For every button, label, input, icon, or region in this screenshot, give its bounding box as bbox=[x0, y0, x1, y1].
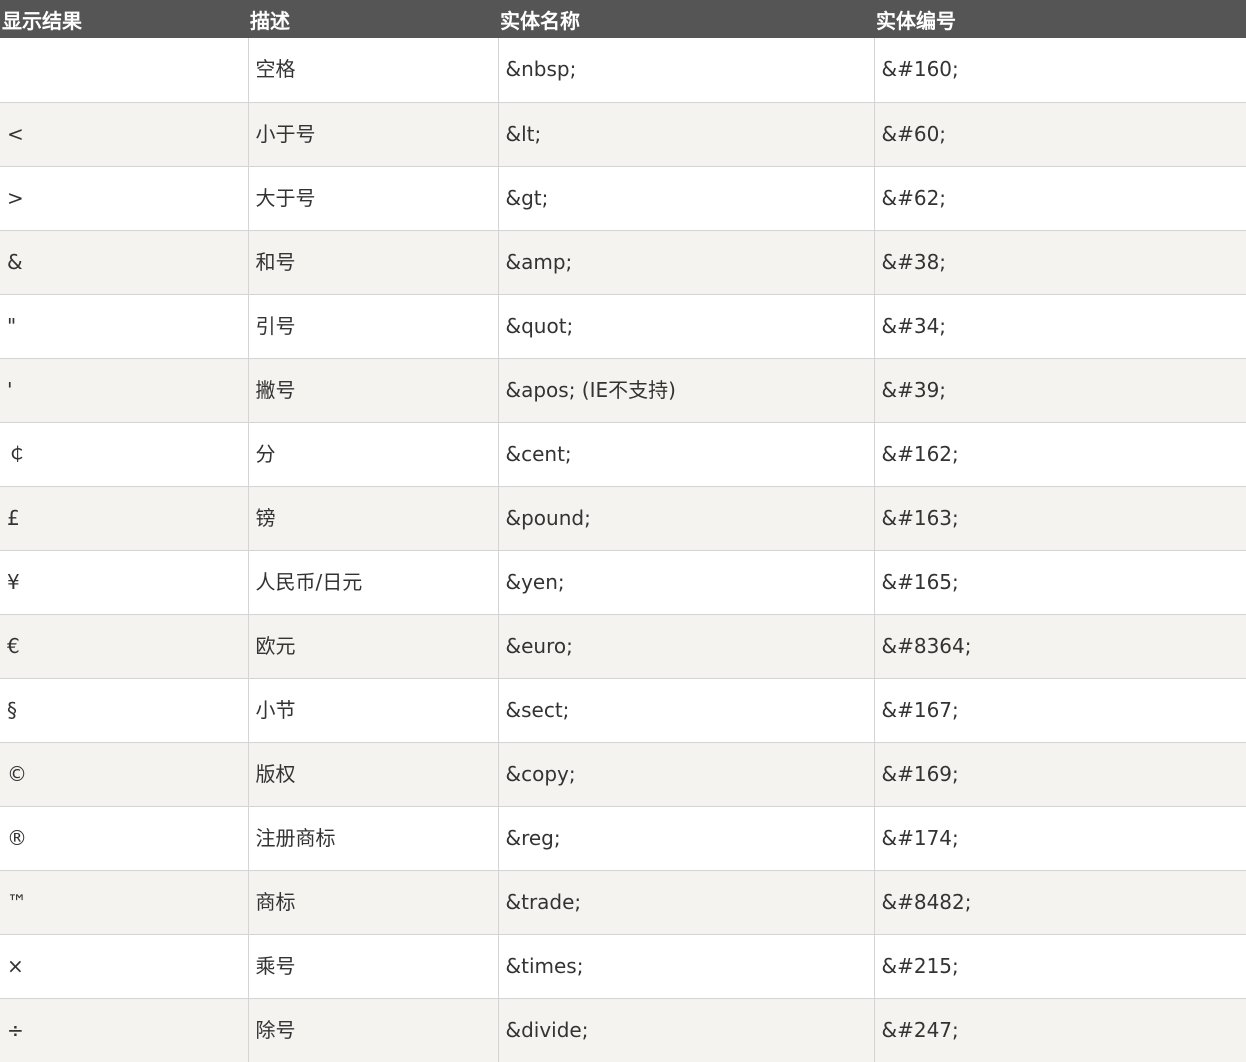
cell-display-result: " bbox=[0, 294, 248, 359]
cell-description: 商标 bbox=[247, 870, 498, 935]
cell-entity-name: &gt; bbox=[497, 166, 874, 231]
cell-entity-name: &divide; bbox=[497, 998, 874, 1062]
table-header: 显示结果 描述 实体名称 实体编号 bbox=[0, 0, 1246, 38]
table-row: £ 镑 &pound; &#163; bbox=[0, 486, 1246, 551]
cell-entity-name: &times; bbox=[497, 934, 874, 999]
cell-entity-number: &#165; bbox=[873, 550, 1246, 615]
table-row: < 小于号 &lt; &#60; bbox=[0, 102, 1246, 167]
header-row: 显示结果 描述 实体名称 实体编号 bbox=[0, 0, 1246, 38]
cell-entity-number: &#8482; bbox=[873, 870, 1246, 935]
cell-entity-name: &reg; bbox=[497, 806, 874, 871]
cell-entity-name: &apos; (IE不支持) bbox=[497, 358, 874, 423]
cell-entity-name: &copy; bbox=[497, 742, 874, 807]
table-row: " 引号 &quot; &#34; bbox=[0, 294, 1246, 359]
header-entity-name: 实体名称 bbox=[500, 9, 580, 33]
table-row: § 小节 &sect; &#167; bbox=[0, 678, 1246, 743]
cell-entity-number: &#39; bbox=[873, 358, 1246, 423]
table-body: 空格 &nbsp; &#160; < 小于号 &lt; &#60; > 大于号 … bbox=[0, 38, 1246, 1062]
cell-display-result: ® bbox=[0, 806, 248, 871]
cell-entity-number: &#169; bbox=[873, 742, 1246, 807]
cell-display-result: ¥ bbox=[0, 550, 248, 615]
cell-display-result: × bbox=[0, 934, 248, 999]
cell-entity-number: &#174; bbox=[873, 806, 1246, 871]
cell-display-result: < bbox=[0, 102, 248, 167]
cell-entity-number: &#38; bbox=[873, 230, 1246, 295]
table-row: € 欧元 &euro; &#8364; bbox=[0, 614, 1246, 679]
table-row: ™ 商标 &trade; &#8482; bbox=[0, 870, 1246, 935]
cell-entity-number: &#167; bbox=[873, 678, 1246, 743]
cell-description: 大于号 bbox=[247, 166, 498, 231]
cell-display-result: > bbox=[0, 166, 248, 231]
header-entity-number: 实体编号 bbox=[876, 9, 956, 33]
cell-entity-number: &#215; bbox=[873, 934, 1246, 999]
cell-entity-number: &#60; bbox=[873, 102, 1246, 167]
cell-description: 分 bbox=[247, 422, 498, 487]
table-row: ¥ 人民币/日元 &yen; &#165; bbox=[0, 550, 1246, 615]
cell-display-result: € bbox=[0, 614, 248, 679]
cell-display-result bbox=[0, 38, 248, 103]
cell-display-result: ™ bbox=[0, 870, 248, 935]
cell-entity-name: &cent; bbox=[497, 422, 874, 487]
cell-display-result: © bbox=[0, 742, 248, 807]
cell-entity-name: &quot; bbox=[497, 294, 874, 359]
cell-entity-name: &lt; bbox=[497, 102, 874, 167]
table-row: ￠ 分 &cent; &#162; bbox=[0, 422, 1246, 487]
html-entity-table: 显示结果 描述 实体名称 实体编号 空格 &nbsp; &#160; < 小于号… bbox=[0, 0, 1246, 1062]
header-display-result: 显示结果 bbox=[2, 9, 82, 33]
table-row: © 版权 &copy; &#169; bbox=[0, 742, 1246, 807]
cell-description: 人民币/日元 bbox=[247, 550, 498, 615]
cell-display-result: ' bbox=[0, 358, 248, 423]
cell-entity-name: &amp; bbox=[497, 230, 874, 295]
cell-display-result: ￠ bbox=[0, 422, 248, 487]
cell-description: 小节 bbox=[247, 678, 498, 743]
cell-entity-number: &#162; bbox=[873, 422, 1246, 487]
cell-entity-name: &pound; bbox=[497, 486, 874, 551]
table-row: ÷ 除号 &divide; &#247; bbox=[0, 998, 1246, 1062]
table-row: & 和号 &amp; &#38; bbox=[0, 230, 1246, 295]
cell-entity-number: &#34; bbox=[873, 294, 1246, 359]
cell-description: 和号 bbox=[247, 230, 498, 295]
cell-entity-name: &euro; bbox=[497, 614, 874, 679]
cell-description: 注册商标 bbox=[247, 806, 498, 871]
cell-entity-name: &sect; bbox=[497, 678, 874, 743]
cell-description: 除号 bbox=[247, 998, 498, 1062]
cell-description: 版权 bbox=[247, 742, 498, 807]
cell-entity-name: &trade; bbox=[497, 870, 874, 935]
cell-display-result: & bbox=[0, 230, 248, 295]
cell-entity-number: &#247; bbox=[873, 998, 1246, 1062]
cell-entity-number: &#8364; bbox=[873, 614, 1246, 679]
cell-description: 撇号 bbox=[247, 358, 498, 423]
cell-display-result: § bbox=[0, 678, 248, 743]
cell-description: 欧元 bbox=[247, 614, 498, 679]
cell-description: 镑 bbox=[247, 486, 498, 551]
table-row: ' 撇号 &apos; (IE不支持) &#39; bbox=[0, 358, 1246, 423]
cell-display-result: ÷ bbox=[7, 1017, 24, 1042]
cell-entity-name: &yen; bbox=[497, 550, 874, 615]
table-row: > 大于号 &gt; &#62; bbox=[0, 166, 1246, 231]
cell-description: 小于号 bbox=[247, 102, 498, 167]
table-row: 空格 &nbsp; &#160; bbox=[0, 38, 1246, 103]
cell-description: 空格 bbox=[247, 38, 498, 103]
cell-entity-number: &#163; bbox=[873, 486, 1246, 551]
header-description: 描述 bbox=[250, 9, 290, 33]
cell-entity-name: &nbsp; bbox=[497, 38, 874, 103]
cell-entity-number: &#62; bbox=[873, 166, 1246, 231]
cell-display-result: £ bbox=[0, 486, 248, 551]
table-row: × 乘号 &times; &#215; bbox=[0, 934, 1246, 999]
cell-description: 引号 bbox=[247, 294, 498, 359]
cell-description: 乘号 bbox=[247, 934, 498, 999]
cell-entity-number: &#160; bbox=[873, 38, 1246, 103]
table-row: ® 注册商标 &reg; &#174; bbox=[0, 806, 1246, 871]
